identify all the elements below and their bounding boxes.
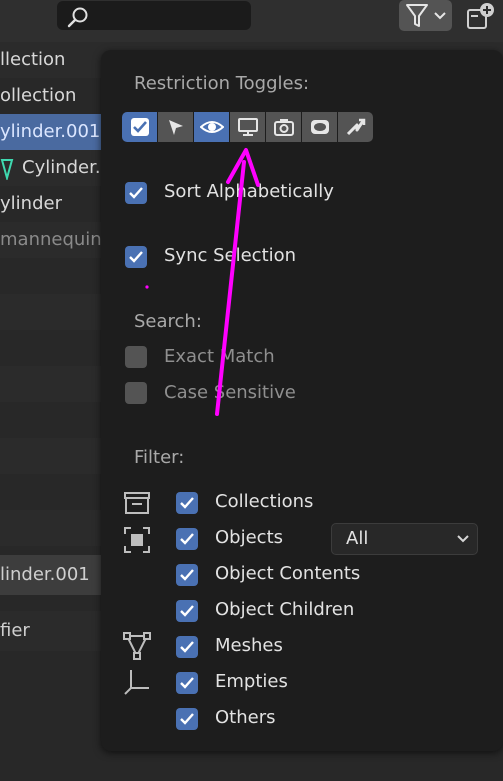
mesh-icon xyxy=(123,632,151,660)
case-sensitive-label: Case Sensitive xyxy=(164,382,296,403)
object-icon xyxy=(124,527,150,553)
objects-filter-value: All xyxy=(346,528,369,549)
filter-object-contents-checkbox[interactable] xyxy=(176,564,198,586)
filter-meshes-label: Meshes xyxy=(215,635,283,656)
indirect-only-icon xyxy=(346,118,365,136)
eye-icon xyxy=(199,121,224,133)
sync-selection-label: Sync Selection xyxy=(164,245,297,266)
restriction-toggles xyxy=(122,112,373,142)
mesh-object-icon xyxy=(0,159,14,180)
filter-empties-label: Empties xyxy=(215,671,288,692)
new-collection-icon xyxy=(467,3,494,29)
search-input[interactable] xyxy=(57,1,251,30)
checkmark-icon xyxy=(180,677,194,689)
tree-row-label: ylinder.001 xyxy=(0,121,101,142)
toggle-enable-checkbox[interactable] xyxy=(122,112,157,142)
checkmark-icon xyxy=(180,569,194,581)
toggle-render[interactable] xyxy=(266,112,301,142)
toggle-holdout[interactable] xyxy=(302,112,337,142)
outliner-header xyxy=(0,0,503,42)
filter-object-contents-label: Object Contents xyxy=(215,563,361,584)
tree-row-label: ylinder xyxy=(0,193,62,214)
checkmark-icon xyxy=(180,641,194,653)
restriction-toggles-title: Restriction Toggles: xyxy=(134,73,310,94)
filter-object-children-checkbox[interactable] xyxy=(176,600,198,622)
exact-match-checkbox[interactable] xyxy=(125,346,147,368)
empty-icon xyxy=(124,670,149,695)
monitor-icon xyxy=(237,118,258,136)
collection-icon xyxy=(124,492,150,514)
toggle-viewport-disable[interactable] xyxy=(230,112,265,142)
search-icon xyxy=(67,7,88,28)
filter-collections-checkbox[interactable] xyxy=(176,492,198,514)
checkmark-icon xyxy=(180,605,194,617)
funnel-icon xyxy=(406,4,446,27)
chevron-down-icon xyxy=(457,535,469,543)
filter-object-children-label: Object Children xyxy=(215,599,355,620)
filter-popup: Restriction Toggles: Sort Alphabetically… xyxy=(101,50,503,751)
sort-alphabetically-checkbox[interactable] xyxy=(125,182,147,204)
filter-others-label: Others xyxy=(215,707,276,728)
filter-objects-checkbox[interactable] xyxy=(176,528,198,550)
case-sensitive-checkbox[interactable] xyxy=(125,382,147,404)
objects-filter-dropdown[interactable]: All xyxy=(331,523,478,555)
new-collection-button[interactable] xyxy=(465,2,495,32)
sort-alphabetically-label: Sort Alphabetically xyxy=(164,181,334,202)
checkmark-icon xyxy=(180,533,194,545)
filter-empties-checkbox[interactable] xyxy=(176,672,198,694)
toggle-indirect-only[interactable] xyxy=(338,112,373,142)
filter-objects-label: Objects xyxy=(215,527,284,548)
toggle-selectable[interactable] xyxy=(158,112,193,142)
checkbox-icon xyxy=(130,118,149,136)
tree-row-label: ollection xyxy=(0,85,77,106)
object-name-label: linder.001 xyxy=(0,564,90,585)
exact-match-label: Exact Match xyxy=(164,346,275,367)
filter-others-checkbox[interactable] xyxy=(176,708,198,730)
filter-button[interactable] xyxy=(399,0,452,31)
filter-title: Filter: xyxy=(134,447,185,468)
cursor-arrow-icon xyxy=(168,120,183,135)
holdout-icon xyxy=(310,120,329,134)
camera-icon xyxy=(273,119,294,136)
checkmark-icon xyxy=(129,187,143,199)
filter-meshes-checkbox[interactable] xyxy=(176,636,198,658)
filter-collections-label: Collections xyxy=(215,491,314,512)
modifier-label: fier xyxy=(0,620,30,641)
sync-selection-checkbox[interactable] xyxy=(125,246,147,268)
checkmark-icon xyxy=(180,497,194,509)
checkmark-icon xyxy=(129,251,143,263)
toggle-viewport-hide[interactable] xyxy=(194,112,229,142)
tree-row-label: llection xyxy=(0,49,66,70)
search-title: Search: xyxy=(134,311,202,332)
checkmark-icon xyxy=(180,713,194,725)
